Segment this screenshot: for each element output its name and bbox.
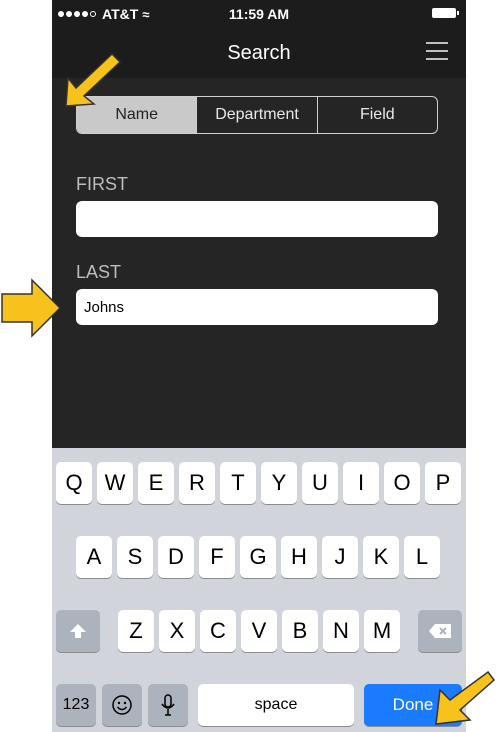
- key-o[interactable]: O: [384, 462, 420, 504]
- key-h[interactable]: H: [281, 536, 317, 578]
- key-b[interactable]: B: [282, 610, 318, 652]
- key-e[interactable]: E: [138, 462, 174, 504]
- key-y[interactable]: Y: [261, 462, 297, 504]
- key-s[interactable]: S: [117, 536, 153, 578]
- search-form: Name Department Field FIRST LAST: [52, 78, 466, 448]
- segment-field[interactable]: Field: [318, 97, 437, 133]
- first-name-input[interactable]: [76, 201, 438, 237]
- key-u[interactable]: U: [302, 462, 338, 504]
- backspace-icon: [429, 624, 451, 638]
- key-j[interactable]: J: [322, 536, 358, 578]
- key-a[interactable]: A: [76, 536, 112, 578]
- key-z[interactable]: Z: [118, 610, 154, 652]
- shift-icon: [70, 624, 86, 638]
- numbers-key[interactable]: 123: [56, 684, 96, 726]
- key-f[interactable]: F: [199, 536, 235, 578]
- emoji-icon: [112, 695, 132, 715]
- key-w[interactable]: W: [97, 462, 133, 504]
- menu-icon[interactable]: [426, 42, 448, 62]
- key-l[interactable]: L: [404, 536, 440, 578]
- emoji-key[interactable]: [102, 684, 142, 726]
- keyboard: Q W E R T Y U I O P A S D F G H J K L Z X C V B N M 123 space Done: [52, 448, 466, 732]
- key-d[interactable]: D: [158, 536, 194, 578]
- battery-icon: [432, 8, 459, 18]
- arrow-done-button-icon: [435, 670, 496, 725]
- first-name-label: FIRST: [76, 174, 128, 194]
- key-v[interactable]: V: [241, 610, 277, 652]
- last-name-input[interactable]: [76, 289, 438, 325]
- key-g[interactable]: G: [240, 536, 276, 578]
- key-m[interactable]: M: [364, 610, 400, 652]
- key-c[interactable]: C: [200, 610, 236, 652]
- arrow-last-field-icon: [1, 278, 62, 338]
- key-t[interactable]: T: [220, 462, 256, 504]
- arrow-name-segment-icon: [65, 52, 122, 107]
- delete-key[interactable]: [418, 610, 462, 652]
- key-q[interactable]: Q: [56, 462, 92, 504]
- dictation-key[interactable]: [148, 684, 188, 726]
- last-name-label: LAST: [76, 262, 122, 282]
- status-bar: AT&T ≈ 11:59 AM: [52, 0, 466, 26]
- key-x[interactable]: X: [159, 610, 195, 652]
- shift-key[interactable]: [56, 610, 100, 652]
- microphone-icon: [161, 694, 175, 716]
- search-type-segmented-control: Name Department Field: [76, 96, 438, 134]
- status-time: 11:59 AM: [228, 6, 290, 22]
- key-p[interactable]: P: [425, 462, 461, 504]
- segment-department[interactable]: Department: [197, 97, 318, 133]
- key-i[interactable]: I: [343, 462, 379, 504]
- key-n[interactable]: N: [323, 610, 359, 652]
- space-key[interactable]: space: [198, 684, 354, 726]
- key-r[interactable]: R: [179, 462, 215, 504]
- key-k[interactable]: K: [363, 536, 399, 578]
